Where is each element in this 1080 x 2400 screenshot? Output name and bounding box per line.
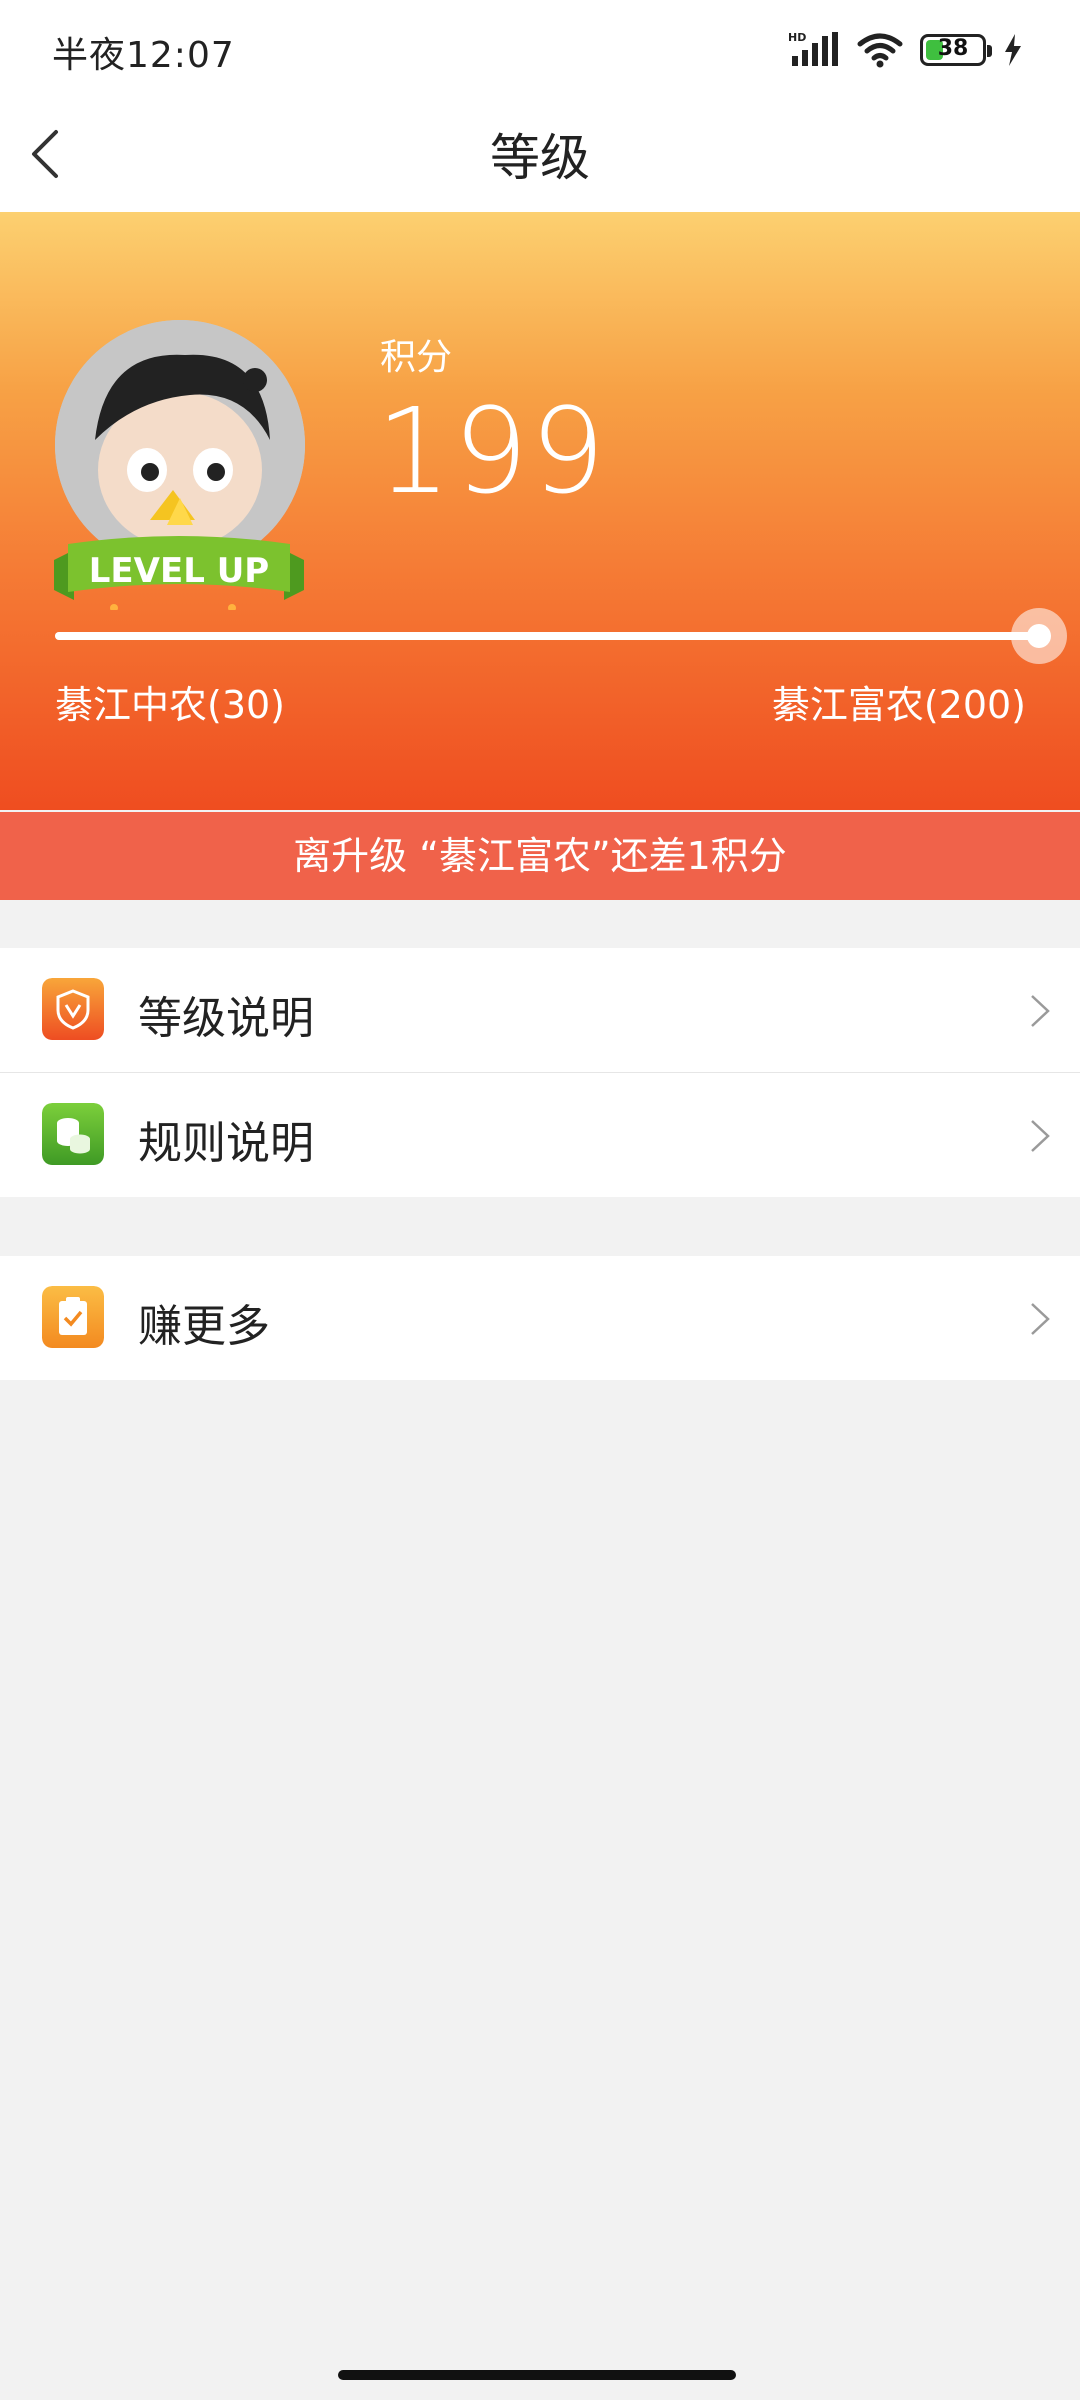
battery-level: 38 bbox=[937, 36, 969, 61]
upgrade-hint-bar: 离升级 “綦江富农”还差1积分 bbox=[0, 812, 1080, 900]
menu-item-label: 规则说明 bbox=[138, 1118, 314, 1169]
points-label: 积分 bbox=[380, 337, 453, 378]
shield-v-icon bbox=[42, 978, 104, 1040]
wifi-icon bbox=[857, 33, 903, 68]
level-progress-track bbox=[55, 608, 1068, 664]
charging-icon bbox=[1005, 34, 1021, 66]
menu-item-earn-more[interactable]: 赚更多 bbox=[0, 1256, 1080, 1380]
status-icons: HD 38 bbox=[788, 30, 1024, 70]
menu-item-rules-description[interactable]: 规则说明 bbox=[0, 1072, 1080, 1197]
chevron-right-icon bbox=[1031, 1303, 1050, 1335]
network-badge: HD bbox=[788, 31, 806, 44]
clipboard-check-icon bbox=[42, 1286, 104, 1348]
points-value: 199 bbox=[376, 382, 608, 520]
status-time: 半夜12:07 bbox=[52, 35, 235, 76]
battery-icon: 38 bbox=[920, 34, 992, 66]
menu-group-levels: 等级说明 规则说明 bbox=[0, 948, 1080, 1197]
chevron-right-icon bbox=[1031, 995, 1050, 1027]
coins-icon bbox=[42, 1103, 104, 1165]
next-level-label: 綦江富农(200) bbox=[771, 683, 1026, 727]
menu-item-label: 赚更多 bbox=[138, 1301, 270, 1352]
nav-bar: 等级 bbox=[0, 96, 1080, 212]
level-up-text: LEVEL UP bbox=[89, 551, 269, 591]
menu-item-level-description[interactable]: 等级说明 bbox=[0, 948, 1080, 1072]
chevron-right-icon bbox=[1031, 1120, 1050, 1152]
signal-icon: HD bbox=[788, 31, 838, 66]
menu-item-label: 等级说明 bbox=[138, 993, 314, 1044]
page-title: 等级 bbox=[490, 129, 590, 187]
level-progress-fill bbox=[55, 632, 1040, 640]
menu-group-earn: 赚更多 bbox=[0, 1256, 1080, 1380]
status-bar: 半夜12:07 HD 38 bbox=[0, 0, 1080, 96]
level-up-badge: LEVEL UP bbox=[54, 536, 304, 610]
avatar: LEVEL UP bbox=[50, 320, 310, 620]
home-indicator[interactable] bbox=[338, 2370, 736, 2380]
level-hero: LEVEL UP 积分 199 綦江中农(30) 綦江富农(200) bbox=[0, 212, 1080, 810]
current-level-label: 綦江中农(30) bbox=[55, 683, 286, 727]
level-progress-knob bbox=[1011, 608, 1068, 664]
